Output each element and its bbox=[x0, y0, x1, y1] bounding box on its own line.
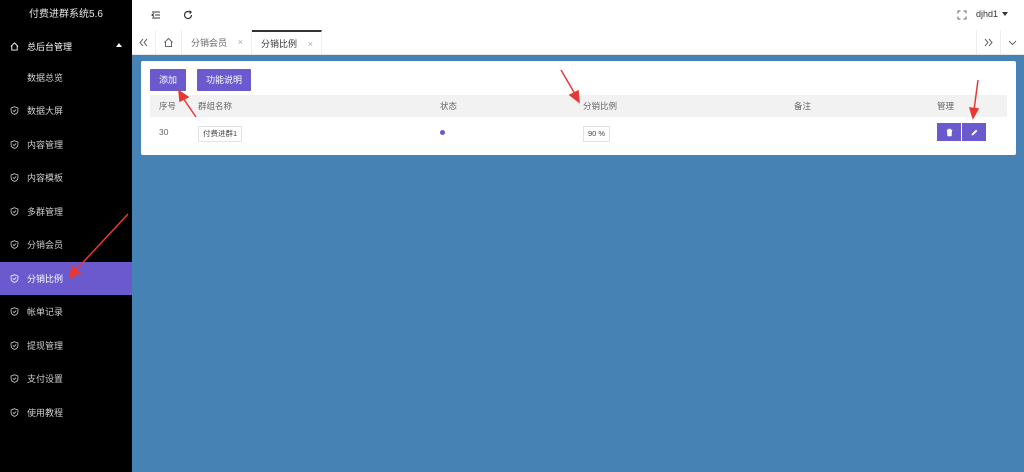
shield-check-icon bbox=[10, 374, 19, 384]
sidebar-item-label: 内容模板 bbox=[27, 173, 64, 184]
home-icon bbox=[10, 41, 19, 51]
tab-bar: 分销会员 × 分销比例 × bbox=[132, 30, 1024, 55]
shield-check-icon bbox=[10, 173, 19, 183]
sidebar-item-payment[interactable]: 支付设置 bbox=[0, 362, 132, 396]
shield-check-icon bbox=[10, 274, 19, 283]
cell-ratio: 90 % bbox=[583, 126, 611, 142]
pencil-icon bbox=[971, 129, 977, 135]
col-ratio: 分销比例 bbox=[583, 101, 618, 111]
double-chevron-right-icon bbox=[984, 38, 993, 46]
tab-members[interactable]: 分销会员 × bbox=[182, 30, 252, 54]
tab-ratio[interactable]: 分销比例 × bbox=[252, 30, 322, 54]
tab-label: 分销比例 bbox=[261, 38, 298, 49]
cell-group: 付费进群1 bbox=[198, 126, 243, 142]
sidebar-item-bigscreen[interactable]: 数据大屏 bbox=[0, 94, 132, 128]
cell-id: 30 bbox=[159, 127, 169, 137]
sidebar-item-label: 分销会员 bbox=[27, 240, 64, 251]
sidebar-item-withdraw[interactable]: 提现管理 bbox=[0, 329, 132, 363]
sidebar-item-label: 数据大屏 bbox=[27, 106, 64, 117]
col-id: 序号 bbox=[159, 101, 177, 111]
add-button[interactable]: 添加 bbox=[150, 69, 187, 91]
col-manage: 管理 bbox=[937, 101, 955, 111]
refresh-icon[interactable] bbox=[182, 9, 194, 21]
sidebar: 付费进群系统5.6 总后台管理 数据总览 数据大屏 内容管理 内容模板 多群管理… bbox=[0, 0, 132, 472]
tabs-scroll-left[interactable] bbox=[132, 30, 156, 54]
chevron-up-icon bbox=[116, 43, 122, 47]
user-menu[interactable]: djhd1 bbox=[976, 9, 1008, 19]
sidebar-item-label: 帐单记录 bbox=[27, 307, 64, 318]
content-card: 添加 功能说明 序号 群组名称 状态 分销比例 备注 管理 30 付费进群1 9… bbox=[141, 61, 1016, 155]
chevron-down-icon bbox=[1008, 40, 1017, 45]
double-chevron-left-icon bbox=[139, 38, 148, 46]
tab-home[interactable] bbox=[156, 30, 182, 54]
sidebar-item-label: 支付设置 bbox=[27, 374, 64, 385]
fullscreen-icon[interactable] bbox=[956, 9, 968, 21]
col-status: 状态 bbox=[440, 101, 458, 111]
col-note: 备注 bbox=[794, 101, 812, 111]
table-header: 序号 群组名称 状态 分销比例 备注 管理 bbox=[150, 95, 1007, 117]
shield-check-icon bbox=[10, 408, 19, 417]
sidebar-item-members[interactable]: 分销会员 bbox=[0, 228, 132, 262]
tabs-scroll-right[interactable] bbox=[976, 30, 1000, 54]
shield-check-icon bbox=[10, 106, 19, 116]
col-group: 群组名称 bbox=[198, 101, 233, 111]
shield-check-icon bbox=[10, 240, 19, 250]
info-button[interactable]: 功能说明 bbox=[197, 69, 252, 91]
sidebar-item-label: 分销比例 bbox=[27, 273, 64, 284]
menu-fold-icon[interactable] bbox=[150, 9, 162, 21]
sidebar-item-label: 使用教程 bbox=[27, 407, 64, 418]
shield-check-icon bbox=[10, 341, 19, 350]
close-icon[interactable]: × bbox=[238, 37, 243, 47]
sidebar-item-label: 提现管理 bbox=[27, 340, 64, 351]
sidebar-item-ratio[interactable]: 分销比例 bbox=[0, 261, 132, 295]
status-dot bbox=[440, 130, 445, 135]
shield-check-icon bbox=[10, 307, 19, 317]
delete-button[interactable] bbox=[937, 123, 961, 141]
sidebar-group-label: 总后台管理 bbox=[27, 41, 73, 52]
sidebar-item-label: 内容管理 bbox=[27, 139, 64, 150]
app-title: 付费进群系统5.6 bbox=[29, 9, 103, 20]
sidebar-group-admin[interactable]: 总后台管理 bbox=[0, 32, 132, 60]
sidebar-item-label: 数据总览 bbox=[27, 72, 64, 83]
trash-icon bbox=[946, 128, 952, 136]
caret-down-icon bbox=[1002, 12, 1008, 16]
shield-check-icon bbox=[10, 140, 19, 149]
sidebar-item-label: 多群管理 bbox=[27, 206, 64, 217]
sidebar-item-bills[interactable]: 帐单记录 bbox=[0, 295, 132, 329]
table-row: 30 付费进群1 90 % bbox=[150, 119, 1007, 145]
tab-label: 分销会员 bbox=[191, 37, 228, 48]
close-icon[interactable]: × bbox=[308, 39, 313, 49]
edit-button[interactable] bbox=[962, 123, 986, 141]
sidebar-item-groups[interactable]: 多群管理 bbox=[0, 195, 132, 229]
top-bar: djhd1 bbox=[132, 0, 1024, 31]
home-icon bbox=[164, 37, 173, 47]
sidebar-item-overview[interactable]: 数据总览 bbox=[0, 60, 132, 94]
sidebar-item-template[interactable]: 内容模板 bbox=[0, 161, 132, 195]
tabs-menu[interactable] bbox=[1000, 30, 1024, 54]
sidebar-item-tutorial[interactable]: 使用教程 bbox=[0, 396, 132, 430]
username: djhd1 bbox=[975, 9, 998, 19]
sidebar-item-content[interactable]: 内容管理 bbox=[0, 128, 132, 162]
shield-check-icon bbox=[10, 207, 19, 216]
